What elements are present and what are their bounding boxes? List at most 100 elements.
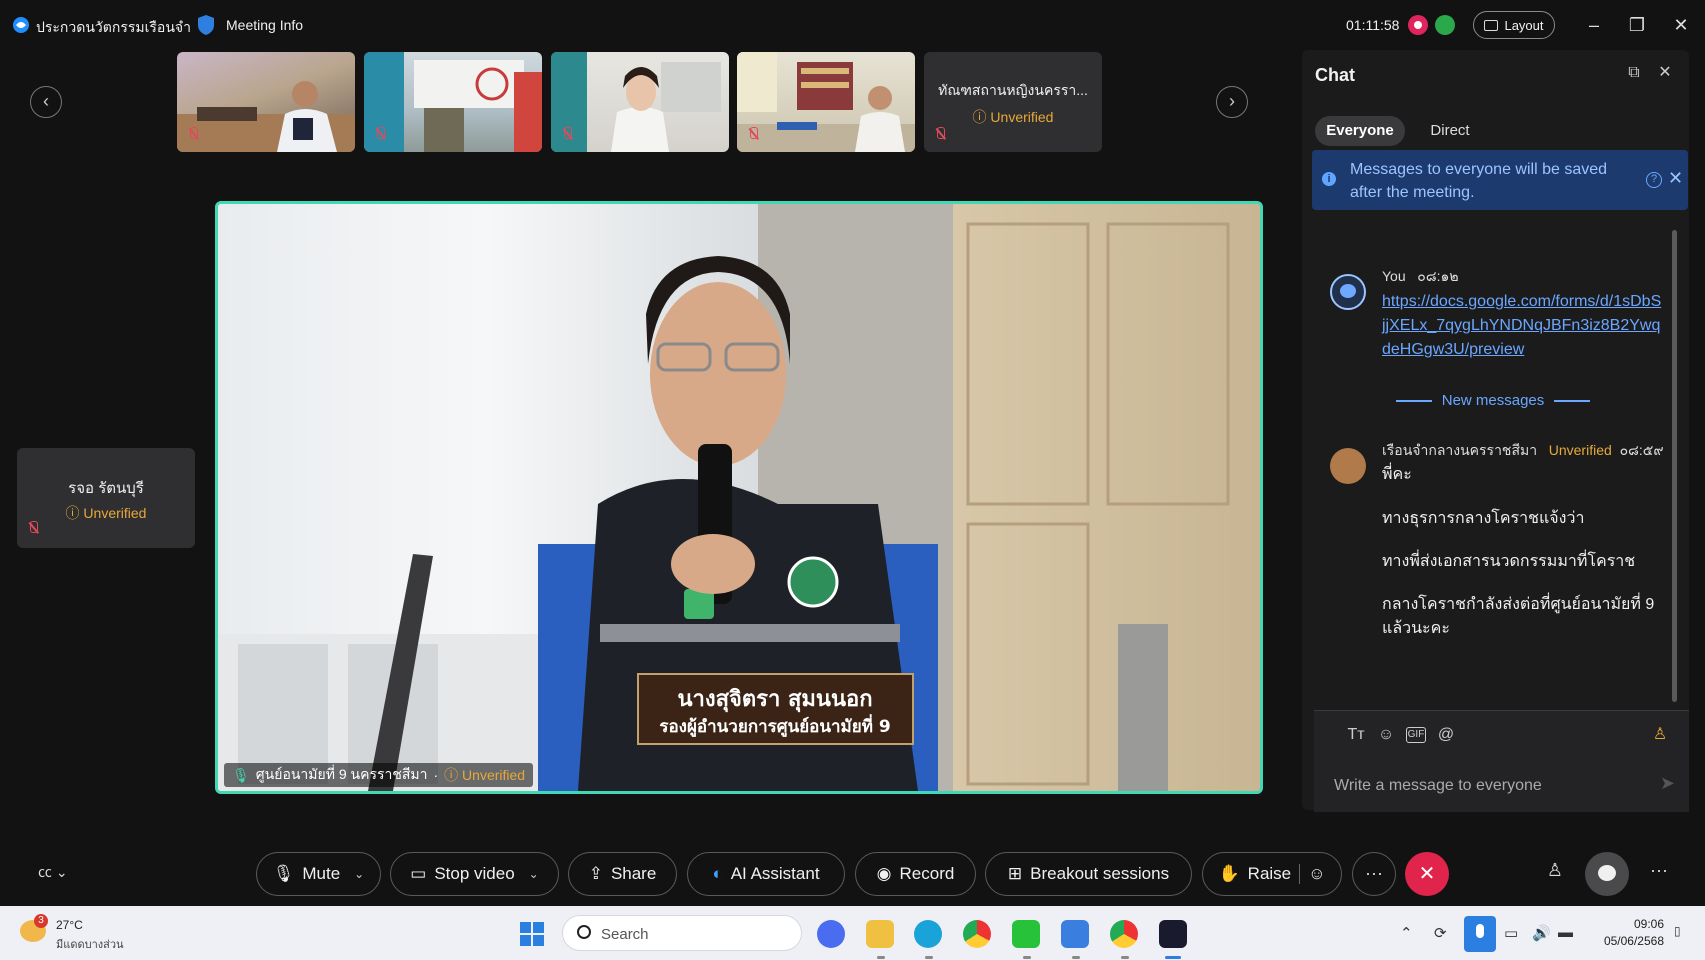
chat-scrollbar[interactable] bbox=[1672, 230, 1677, 702]
popout-icon[interactable]: ⧉ bbox=[1623, 62, 1645, 84]
message-sender: เรือนจำกลางนครราชสีมา bbox=[1382, 442, 1538, 458]
record-icon: ◉ bbox=[876, 864, 892, 883]
meeting-info-link[interactable]: Meeting Info bbox=[226, 17, 303, 33]
gif-icon[interactable]: GIF bbox=[1406, 727, 1426, 743]
battery-icon[interactable]: ▬ bbox=[1558, 924, 1573, 941]
speaker-name-label: 🎙 ศูนย์อนามัยที่ 9 นครราชสีมา · ⓘ Unveri… bbox=[224, 763, 534, 787]
participant-video bbox=[737, 52, 915, 152]
participant-thumbnail[interactable] bbox=[551, 52, 729, 152]
sync-icon[interactable]: ⟳ bbox=[1434, 924, 1447, 942]
layout-label: Layout bbox=[1504, 17, 1544, 33]
mic-icon: 🎙 bbox=[232, 766, 250, 783]
stop-video-button[interactable]: ▭ Stop video ⌄ bbox=[390, 852, 559, 896]
share-button[interactable]: ⇪ Share bbox=[568, 852, 677, 896]
captions-icon[interactable]: ㏄ ⌄ bbox=[38, 862, 68, 882]
network-quality-icon[interactable] bbox=[1435, 15, 1455, 35]
participant-video bbox=[364, 52, 542, 152]
edge-browser-icon[interactable] bbox=[914, 920, 942, 948]
breakout-sessions-button[interactable]: ⊞ Breakout sessions bbox=[985, 852, 1192, 896]
message-header: เรือนจำกลางนครราชสีมา Unverified ๐๘:๕๙ bbox=[1382, 440, 1672, 462]
stop-video-label: Stop video bbox=[434, 864, 515, 883]
end-call-icon[interactable]: ✕ bbox=[1405, 852, 1449, 896]
layout-button[interactable]: Layout bbox=[1473, 11, 1555, 39]
clock-date: 05/06/2568 bbox=[1603, 934, 1664, 948]
meeting-timer: 01:11:58 bbox=[1346, 17, 1400, 33]
participant-thumbnail[interactable] bbox=[364, 52, 542, 152]
file-explorer-icon[interactable] bbox=[866, 920, 894, 948]
message-text: ทางธุรการกลางโคราชแจ้งว่า bbox=[1382, 510, 1585, 527]
notification-icon[interactable]: ▯ bbox=[1674, 924, 1681, 938]
help-icon[interactable]: ? bbox=[1646, 172, 1662, 188]
muted-mic-icon bbox=[27, 521, 39, 540]
send-icon[interactable]: ➤ bbox=[1660, 773, 1675, 794]
chrome-browser-icon[interactable] bbox=[963, 920, 991, 948]
shield-icon[interactable] bbox=[196, 14, 216, 36]
taskbar-search[interactable]: Search bbox=[562, 915, 802, 951]
participant-video bbox=[551, 52, 721, 152]
record-label: Record bbox=[899, 864, 955, 883]
next-participants-icon[interactable]: › bbox=[1216, 86, 1248, 118]
chat-toggle-icon[interactable] bbox=[1585, 852, 1629, 896]
message-header: You ๐๘:๑๒ bbox=[1382, 266, 1459, 288]
message-link[interactable]: https://docs.google.com/forms/d/1sDbSjjX… bbox=[1382, 290, 1662, 362]
unverified-badge: ⓘ Unverified bbox=[972, 109, 1054, 125]
windows-start-icon[interactable] bbox=[520, 922, 544, 946]
overflow-menu-icon[interactable]: ··· bbox=[1650, 860, 1668, 881]
system-clock[interactable]: 09:06 05/06/2568 bbox=[1592, 916, 1664, 950]
mute-button[interactable]: 🎙 Mute ⌄ bbox=[256, 852, 381, 896]
raise-hand-button[interactable]: ✋ Raise ☺ bbox=[1202, 852, 1342, 896]
weather-badge: 3 bbox=[34, 914, 48, 928]
reactions-icon[interactable]: ☺ bbox=[1299, 864, 1326, 884]
record-button[interactable]: ◉ Record bbox=[855, 852, 976, 896]
recording-indicator-icon[interactable] bbox=[1408, 15, 1428, 35]
line-app-icon[interactable] bbox=[1012, 920, 1040, 948]
close-window-icon[interactable]: ✕ bbox=[1670, 14, 1692, 36]
network-icon[interactable]: ▭ bbox=[1504, 924, 1518, 942]
dismiss-notice-icon[interactable]: ✕ bbox=[1668, 168, 1683, 189]
webex-app-icon[interactable] bbox=[1159, 920, 1187, 948]
unverified-label: Unverified bbox=[990, 109, 1054, 125]
chrome-profile-icon[interactable] bbox=[1110, 920, 1138, 948]
my-avatar bbox=[1330, 274, 1366, 310]
participant-thumbnail[interactable] bbox=[177, 52, 355, 152]
volume-icon[interactable]: 🔊 bbox=[1532, 924, 1551, 942]
ai-assistant-label: AI Assistant bbox=[730, 864, 820, 883]
layout-icon bbox=[1484, 19, 1499, 31]
close-chat-icon[interactable]: ✕ bbox=[1654, 62, 1676, 84]
text-format-icon[interactable]: Tт bbox=[1346, 725, 1366, 745]
name-plate-line2: รองผู้อำนวยการศูนย์อนามัยที่ 9 bbox=[659, 714, 890, 738]
participant-tile[interactable]: รจอ รัตนบุรี ⓘ Unverified bbox=[17, 448, 195, 548]
muted-mic-icon bbox=[747, 127, 759, 146]
tab-direct[interactable]: Direct bbox=[1420, 116, 1480, 146]
message-input[interactable]: Write a message to everyone bbox=[1334, 777, 1542, 795]
participants-icon[interactable]: ♙ bbox=[1542, 860, 1568, 886]
mention-icon[interactable]: @ bbox=[1436, 725, 1456, 745]
weather-widget[interactable]: 3 27°C มีแดดบางส่วน bbox=[20, 914, 130, 954]
ai-assistant-button[interactable]: ◐ AI Assistant bbox=[687, 852, 845, 896]
emoji-icon[interactable]: ☺ bbox=[1376, 725, 1396, 745]
tab-everyone[interactable]: Everyone bbox=[1315, 116, 1405, 146]
unverified-badge: ⓘ Unverified bbox=[65, 505, 147, 521]
zoom-app-icon[interactable] bbox=[817, 920, 845, 948]
microphone-in-use-icon[interactable] bbox=[1464, 916, 1496, 952]
participant-thumbnail[interactable] bbox=[737, 52, 915, 152]
breakout-label: Breakout sessions bbox=[1030, 864, 1170, 883]
message-time: ๐๘:๑๒ bbox=[1417, 268, 1459, 284]
more-options-icon[interactable]: ··· bbox=[1352, 852, 1396, 896]
active-speaker-video[interactable]: นางสุจิตรา สุมนนอก รองผู้อำนวยการศูนย์อน… bbox=[215, 201, 1263, 794]
separator-dot: · bbox=[433, 767, 439, 783]
photos-app-icon[interactable] bbox=[1061, 920, 1089, 948]
chevron-down-icon[interactable]: ⌄ bbox=[354, 867, 364, 881]
breakout-icon: ⊞ bbox=[1007, 864, 1023, 883]
chevron-down-icon[interactable]: ⌄ bbox=[529, 867, 539, 881]
participant-thumbnail[interactable]: ทัณฑสถานหญิงนครรา... ⓘ Unverified bbox=[924, 52, 1102, 152]
notice-text: Messages to everyone will be saved after… bbox=[1350, 161, 1608, 201]
message-time: ๐๘:๕๙ bbox=[1619, 442, 1664, 458]
previous-participants-icon[interactable]: ‹ bbox=[30, 86, 62, 118]
chevron-up-icon[interactable]: ⌃ bbox=[1400, 924, 1413, 942]
webex-meeting-window: ประกวดนวัตกรรมเรือนจำ Meeting Info 01:11… bbox=[0, 0, 1705, 906]
running-indicator bbox=[877, 956, 885, 959]
restore-icon[interactable]: ❐ bbox=[1626, 14, 1648, 36]
minimize-icon[interactable]: – bbox=[1583, 14, 1605, 36]
participant-select-icon[interactable]: ♙ bbox=[1650, 725, 1670, 745]
